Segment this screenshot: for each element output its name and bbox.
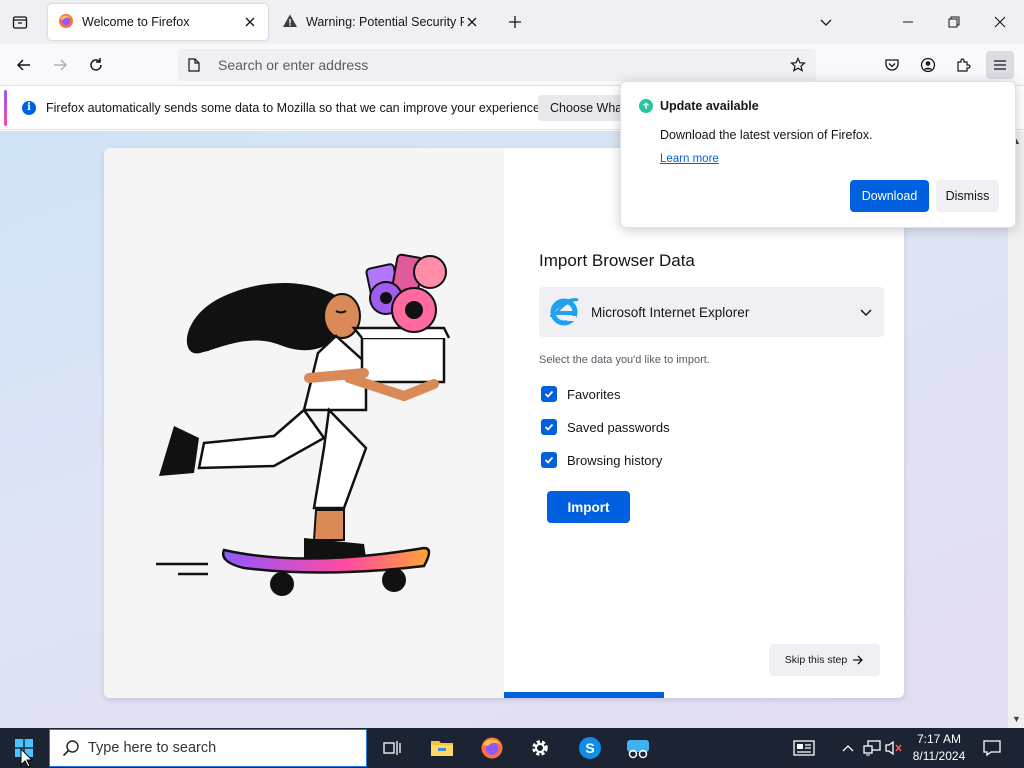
firefox-icon [58,13,74,32]
import-button[interactable]: Import [547,491,630,523]
import-card: Import Browser Data Microsoft Internet E… [104,148,904,698]
onboarding-progress [504,692,904,698]
tab-welcome[interactable]: Welcome to Firefox [48,4,268,40]
system-clock[interactable]: 7:17 AM 8/11/2024 [904,731,974,765]
progress-fill [504,692,664,698]
app-menu-icon[interactable] [986,51,1014,79]
notifications-icon[interactable] [982,738,1002,758]
settings-gear-icon[interactable] [524,732,556,764]
taskbar-search-box[interactable] [49,729,367,767]
browsing-history-checkbox[interactable]: Browsing history [541,451,662,469]
popup-description: Download the latest version of Firefox. [660,128,873,142]
checkbox-label: Saved passwords [567,419,670,435]
close-window-icon[interactable] [984,6,1016,38]
chevron-down-icon [858,304,874,320]
scroll-down-icon[interactable]: ▼ [1012,715,1021,724]
clock-date: 8/11/2024 [912,749,966,763]
snipping-tool-icon[interactable] [622,732,654,764]
network-icon[interactable] [862,738,882,758]
close-tab-icon[interactable] [464,14,480,30]
svg-text:S: S [585,740,594,756]
checkmark-icon[interactable] [541,452,557,468]
list-all-tabs-icon[interactable] [814,10,838,34]
update-arrow-icon [639,99,653,113]
browser-select[interactable]: Microsoft Internet Explorer [539,287,884,337]
popup-title: Update available [660,99,759,113]
minimize-icon[interactable] [892,6,924,38]
tab-strip: Welcome to Firefox Warning: Potential Se… [0,0,1024,44]
learn-more-link[interactable]: Learn more [660,153,719,165]
volume-muted-icon[interactable] [884,738,904,758]
checkbox-label: Favorites [567,386,621,402]
file-explorer-icon[interactable] [426,732,458,764]
tab-label: Welcome to Firefox [82,15,190,29]
search-icon [62,740,79,757]
choose-what-i-share-button[interactable]: Choose What I Share [538,95,628,121]
tab-security-warning[interactable]: Warning: Potential Security Risk Ahead [272,4,490,40]
arrow-right-icon [853,655,864,665]
task-view-icon[interactable] [376,732,408,764]
notification-accent [4,90,7,126]
account-icon[interactable] [914,51,942,79]
firefox-taskbar-icon[interactable] [476,732,508,764]
import-title: Import Browser Data [539,251,695,270]
new-tab-icon[interactable] [504,10,526,34]
favorites-checkbox[interactable]: Favorites [541,385,620,403]
dismiss-button[interactable]: Dismiss [936,180,999,212]
skip-label: Skip this step [784,654,848,666]
update-available-popup: Update available Download the latest ver… [620,81,1016,228]
page-icon [186,57,202,73]
clock-time: 7:17 AM [916,732,962,746]
checkbox-label: Browsing history [567,452,663,468]
address-input[interactable] [218,57,758,73]
restore-icon[interactable] [938,6,970,38]
select-data-hint: Select the data you'd like to import. [539,354,710,366]
tab-label: Warning: Potential Security Risk Ahead [306,15,464,29]
extensions-icon[interactable] [950,51,978,79]
saved-passwords-checkbox[interactable]: Saved passwords [541,418,670,436]
selected-browser: Microsoft Internet Explorer [591,304,750,320]
download-button[interactable]: Download [850,180,929,212]
back-icon[interactable] [10,51,38,79]
close-tab-icon[interactable] [242,14,258,30]
pocket-icon[interactable] [878,51,906,79]
reload-icon[interactable] [82,51,110,79]
firefox-view-icon[interactable] [8,10,32,34]
show-hidden-icons-chevron-icon[interactable] [838,738,858,758]
forward-icon[interactable] [46,51,74,79]
bookmark-star-icon[interactable] [788,55,808,75]
navigation-toolbar [0,44,1024,86]
import-panel: Import Browser Data Microsoft Internet E… [504,148,904,698]
mouse-cursor-icon [20,748,34,768]
windows-taskbar: S 7:17 AM 8/11/2024 [0,728,1024,768]
skype-icon[interactable]: S [574,732,606,764]
checkmark-icon[interactable] [541,386,557,402]
taskbar-search-input[interactable] [88,740,338,756]
internet-explorer-icon [549,298,579,326]
address-bar[interactable] [178,49,816,81]
skateboarder-illustration [104,148,504,698]
notification-text: Firefox automatically sends some data to… [46,100,544,115]
news-widget-icon[interactable] [792,738,816,758]
info-icon: i [22,100,36,115]
warning-icon [282,13,298,32]
skip-step-button[interactable]: Skip this step [769,644,880,676]
checkmark-icon[interactable] [541,419,557,435]
